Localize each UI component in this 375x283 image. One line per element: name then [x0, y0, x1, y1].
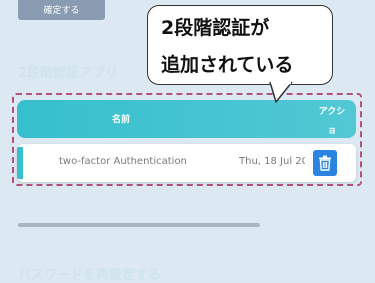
callout-tail	[269, 81, 293, 103]
trash-icon	[319, 155, 331, 171]
callout-bubble: 2段階認証が 追加されている	[147, 5, 333, 85]
row-name: two-factor Authentication	[59, 156, 187, 167]
callout-line-2: 追加されている	[161, 54, 294, 76]
table-header: 名前 アクショ ン	[17, 100, 356, 155]
section-divider	[18, 223, 260, 227]
row-accent-bar	[17, 147, 23, 179]
delete-button[interactable]	[313, 150, 337, 176]
row-date: Thu, 18 Jul 2019	[239, 156, 305, 167]
callout-line-1: 2段階認証が	[161, 17, 270, 39]
table-row: two-factor Authentication Thu, 18 Jul 20…	[17, 144, 356, 182]
column-header-name: 名前	[112, 115, 131, 125]
reset-password-title: パスワードを再設定する	[18, 268, 162, 283]
confirm-button[interactable]: 確定する	[18, 0, 105, 20]
section-title: 2段階認証アプリ	[18, 66, 119, 81]
